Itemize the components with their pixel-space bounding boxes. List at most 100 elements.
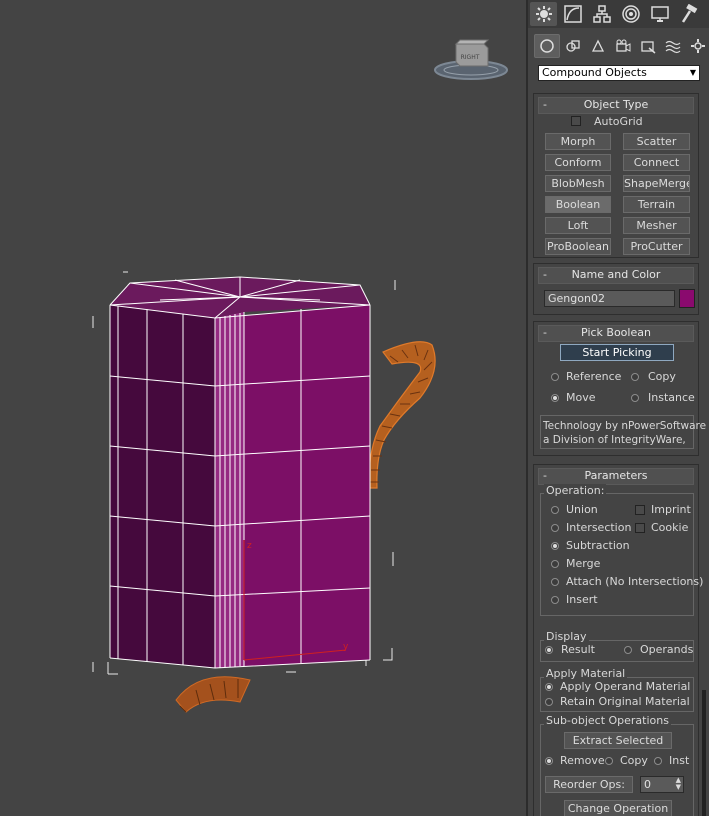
name-color-rollout: - Name and Color Gengon02 [533,263,699,315]
axis-y-label: y [343,642,349,652]
apply-material-label: Apply Material [544,667,628,680]
object-type-rollout: - Object Type AutoGrid Morph Scatter Con… [533,93,699,258]
viewcube[interactable]: RIGHT [434,39,508,80]
tube-upper[interactable] [368,341,436,489]
category-geometry[interactable] [534,34,560,58]
copy-radio[interactable] [631,373,639,381]
reference-radio[interactable] [551,373,559,381]
operation-label: Operation: [544,484,607,497]
collapse-icon: - [543,326,547,339]
category-space-warps[interactable] [661,35,685,57]
extract-selected-button[interactable]: Extract Selected [564,732,672,749]
result-radio[interactable] [545,646,553,654]
copy-subobject-radio[interactable] [605,757,613,765]
shapes-icon [566,40,580,52]
category-systems[interactable] [686,35,709,57]
hierarchy-tab[interactable] [588,2,615,26]
spinner-arrows-icon[interactable]: ▲ ▼ [676,777,681,791]
rollout-title: Pick Boolean [581,326,651,339]
merge-label: Merge [566,557,601,570]
procutter-button[interactable]: ProCutter [623,238,690,255]
cookie-label: Cookie [651,521,689,534]
subtraction-radio[interactable] [551,542,559,550]
union-radio[interactable] [551,506,559,514]
insert-radio[interactable] [551,596,559,604]
object-color-swatch[interactable] [679,289,695,308]
name-color-header[interactable]: - Name and Color [538,267,694,284]
object-category-dropdown[interactable]: Compound Objects ▼ [538,65,700,81]
scatter-button[interactable]: Scatter [623,133,690,150]
tube-lower[interactable] [175,676,251,713]
proboolean-button[interactable]: ProBoolean [545,238,611,255]
collapse-icon: - [543,268,547,281]
category-shapes[interactable] [561,35,585,57]
display-label: Display [544,630,589,643]
retain-original-material-radio[interactable] [545,698,553,706]
create-tab[interactable] [530,2,557,26]
imprint-label: Imprint [651,503,691,516]
hierarchy-icon [592,5,611,23]
blobmesh-button[interactable]: BlobMesh [545,175,611,192]
operands-label: Operands [640,643,694,656]
perspective-viewport[interactable]: RIGHT y z [0,0,526,816]
inst-radio[interactable] [654,757,662,765]
remove-radio[interactable] [545,757,553,765]
reorder-ops-button[interactable]: Reorder Ops: [545,776,633,793]
category-cameras[interactable] [611,35,635,57]
terrain-button[interactable]: Terrain [623,196,690,213]
monitor-icon [650,6,669,22]
pick-boolean-rollout: - Pick Boolean Start Picking Reference C… [533,321,706,456]
autogrid-label: AutoGrid [594,115,643,128]
modify-curve-icon [563,5,582,23]
conform-button[interactable]: Conform [545,154,611,171]
display-tab[interactable] [646,2,673,26]
apply-operand-material-radio[interactable] [545,683,553,691]
instance-radio[interactable] [631,394,639,402]
category-helpers[interactable] [636,35,660,57]
remove-label: Remove [560,754,605,767]
modify-tab[interactable] [559,2,586,26]
reference-label: Reference [566,370,622,383]
reorder-ops-value: 0 [644,778,651,791]
wave-icon [665,40,681,54]
mesher-button[interactable]: Mesher [623,217,690,234]
viewport-scene: RIGHT y z [92,39,508,713]
boolean-button[interactable]: Boolean [545,196,611,213]
command-panel-scrollbar[interactable] [702,690,706,816]
autogrid-checkbox[interactable] [571,116,581,126]
category-lights[interactable] [586,35,610,57]
rollout-title: Object Type [583,98,649,111]
connect-button[interactable]: Connect [623,154,690,171]
cookie-checkbox[interactable] [635,523,645,533]
tech-line-1: Technology by nPowerSoftware [543,420,707,432]
shapemerge-button[interactable]: ShapeMerge [623,175,690,192]
operands-radio[interactable] [624,646,632,654]
intersection-radio[interactable] [551,524,559,532]
insert-label: Insert [566,593,598,606]
collapse-icon: - [543,98,547,111]
reorder-ops-spinner[interactable]: 0 ▲ ▼ [640,776,684,793]
move-label: Move [566,391,596,404]
technology-info-box: Technology by nPowerSoftware a Division … [540,415,706,449]
motion-tab[interactable] [617,2,644,26]
viewcube-label: RIGHT [461,54,480,61]
sun-icon [535,6,552,22]
copy-subobject-label: Copy [620,754,648,767]
pick-boolean-header[interactable]: - Pick Boolean [538,325,694,342]
subtraction-label: Subtraction [566,539,630,552]
parameters-header[interactable]: - Parameters [538,468,694,485]
imprint-checkbox[interactable] [635,505,645,515]
morph-button[interactable]: Morph [545,133,611,150]
instance-label: Instance [648,391,695,404]
merge-radio[interactable] [551,560,559,568]
object-name-input[interactable]: Gengon02 [544,290,675,307]
change-operation-button[interactable]: Change Operation [564,800,672,816]
move-radio[interactable] [551,394,559,402]
attach-radio[interactable] [551,578,559,586]
intersection-label: Intersection [566,521,632,534]
start-picking-button[interactable]: Start Picking [560,344,674,361]
loft-button[interactable]: Loft [545,217,611,234]
utilities-tab[interactable] [675,2,702,26]
object-type-header[interactable]: - Object Type [538,97,694,114]
attach-label: Attach (No Intersections) [566,575,704,588]
